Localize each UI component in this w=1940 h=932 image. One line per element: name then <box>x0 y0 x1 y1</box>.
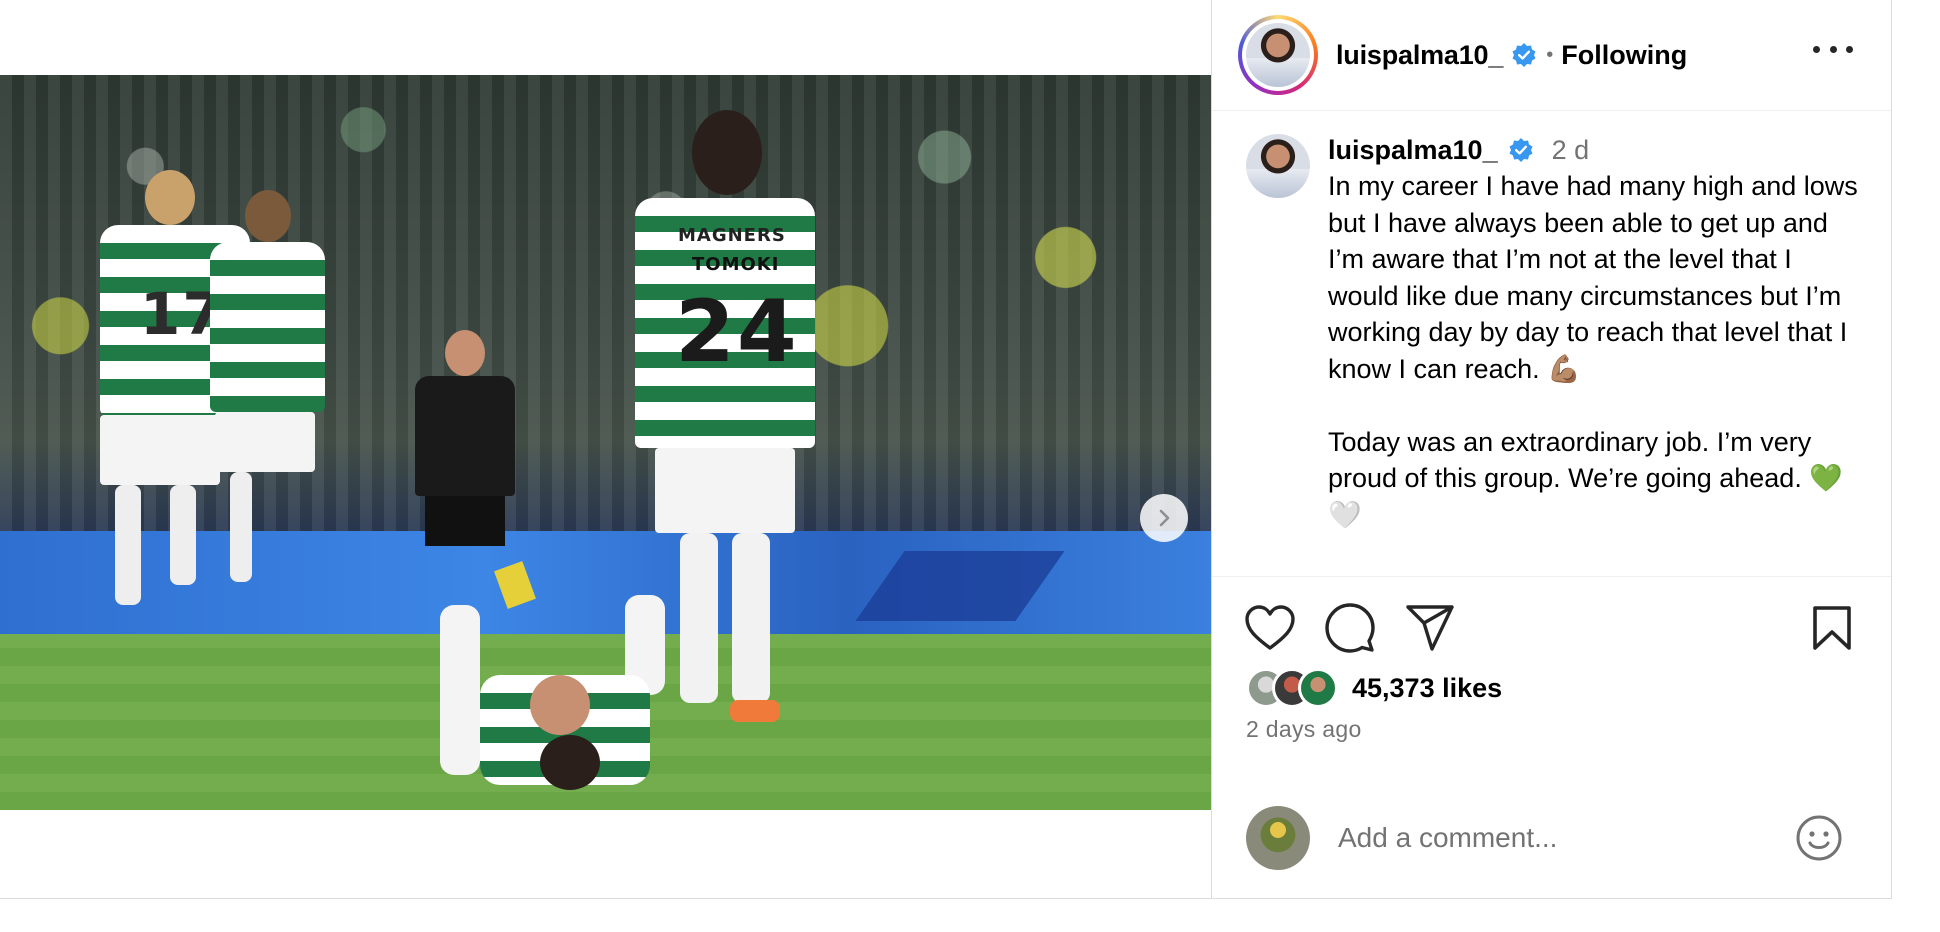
post-image[interactable]: 17 MAGNERS TOMOKI 24 <box>0 75 1211 810</box>
separator-dot: • <box>1546 43 1554 66</box>
paper-plane-icon <box>1406 605 1454 651</box>
share-button[interactable] <box>1404 602 1456 654</box>
caption-text: In my career I have had many high and lo… <box>1328 171 1858 530</box>
bookmark-icon <box>1813 606 1851 650</box>
comment-icon <box>1325 603 1375 653</box>
like-button[interactable] <box>1244 602 1296 654</box>
jersey-number-24: 24 <box>675 282 799 382</box>
smiley-icon <box>1796 815 1842 861</box>
verified-badge-icon <box>1508 137 1534 163</box>
avatar <box>1246 23 1310 87</box>
following-button[interactable]: Following <box>1561 40 1687 71</box>
player-running-back <box>200 190 340 610</box>
comment-composer <box>1212 800 1891 876</box>
divider <box>1212 576 1891 577</box>
caption-timestamp: 2 d <box>1551 134 1590 165</box>
save-button[interactable] <box>1806 602 1858 654</box>
current-user-avatar <box>1246 806 1310 870</box>
caption-username[interactable]: luispalma10_ <box>1328 135 1498 166</box>
header-username[interactable]: luispalma10_ <box>1336 40 1503 71</box>
comment-input[interactable] <box>1338 822 1778 854</box>
frame-border <box>0 898 1892 899</box>
more-options-icon[interactable] <box>1813 34 1853 64</box>
comment-button[interactable] <box>1324 602 1376 654</box>
caption-section: luispalma10_ 2 d In my career I have had… <box>1246 134 1866 574</box>
jersey-name: TOMOKI <box>692 254 780 275</box>
verified-badge-icon <box>1511 42 1537 68</box>
jersey-sponsor: MAGNERS <box>678 225 786 246</box>
likes-summary[interactable]: 45,373 likes <box>1246 666 1502 710</box>
post-header: luispalma10_ • Following <box>1212 0 1891 111</box>
chevron-right-icon <box>1159 509 1170 527</box>
player-lying-down <box>420 575 720 810</box>
heart-icon <box>1245 605 1295 650</box>
media-area: 17 MAGNERS TOMOKI 24 <box>0 0 1211 898</box>
likes-count[interactable]: 45,373 likes <box>1352 673 1502 704</box>
story-ring-avatar[interactable] <box>1238 15 1318 95</box>
post-details-panel: luispalma10_ • Following luispalma10_ 2 … <box>1211 0 1892 898</box>
next-slide-button[interactable] <box>1140 494 1188 542</box>
post-date: 2 days ago <box>1246 716 1362 742</box>
emoji-button[interactable] <box>1795 814 1843 862</box>
caption-avatar[interactable] <box>1246 134 1310 198</box>
liker-avatar <box>1298 668 1338 708</box>
